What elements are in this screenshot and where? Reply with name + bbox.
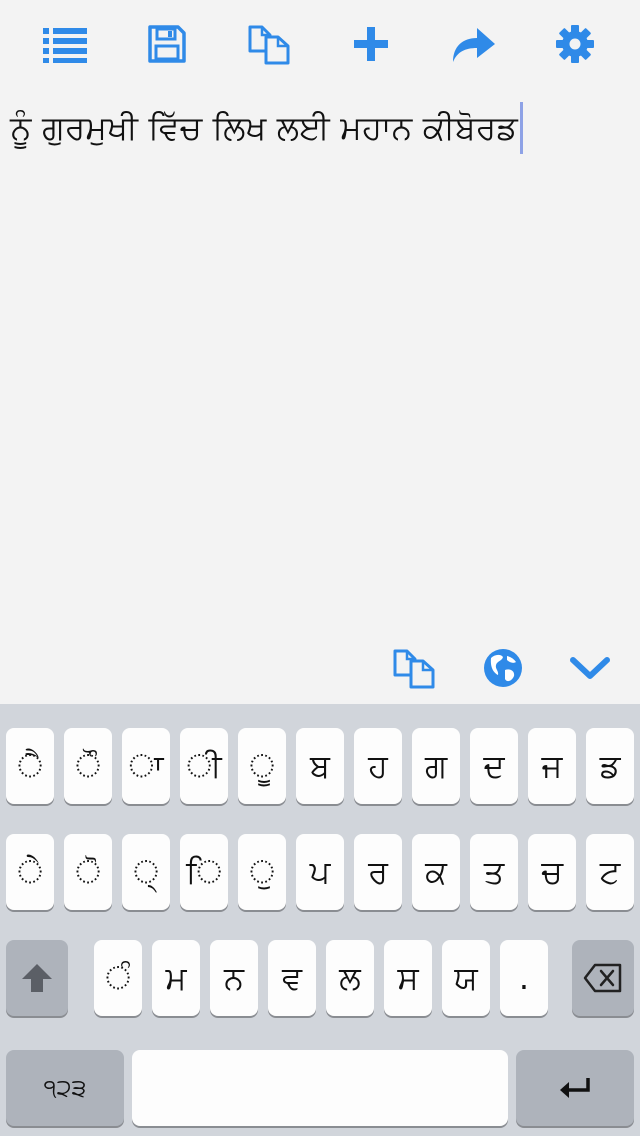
dismiss-keyboard-button[interactable] bbox=[562, 640, 618, 696]
settings-button[interactable] bbox=[545, 14, 605, 74]
copy-button[interactable] bbox=[239, 14, 299, 74]
copy-icon bbox=[393, 649, 435, 689]
key[interactable]: ਜ bbox=[528, 728, 576, 804]
chevron-down-icon bbox=[570, 657, 610, 679]
key[interactable]: ਬ bbox=[296, 728, 344, 804]
key[interactable]: ੈ bbox=[6, 728, 54, 804]
key[interactable]: ੇ bbox=[6, 834, 54, 910]
key[interactable]: . bbox=[500, 940, 548, 1016]
key[interactable]: ਮ bbox=[152, 940, 200, 1016]
backspace-key[interactable] bbox=[572, 940, 634, 1016]
accessory-copy-button[interactable] bbox=[386, 640, 442, 696]
return-icon bbox=[560, 1078, 590, 1098]
key[interactable]: ਲ bbox=[326, 940, 374, 1016]
key[interactable]: ੍ bbox=[122, 834, 170, 910]
keyboard-row-1: ੈ ੌ ਾ ੀ ੂ ਬ ਹ ਗ ਦ ਜ ਡ bbox=[0, 728, 640, 806]
list-button[interactable] bbox=[35, 14, 95, 74]
save-icon bbox=[148, 25, 186, 63]
top-toolbar bbox=[0, 0, 640, 88]
list-icon bbox=[43, 28, 87, 63]
keyboard-row-3: ੰ ਮ ਨ ਵ ਲ ਸ ਯ . bbox=[0, 940, 640, 1018]
copy-icon bbox=[248, 25, 290, 65]
backspace-icon bbox=[583, 963, 622, 993]
key[interactable]: ਿ bbox=[180, 834, 228, 910]
key[interactable]: ਨ bbox=[210, 940, 258, 1016]
key[interactable]: ਚ bbox=[528, 834, 576, 910]
plus-icon bbox=[354, 27, 388, 61]
key[interactable]: ਾ bbox=[122, 728, 170, 804]
key[interactable]: ੌ bbox=[64, 728, 112, 804]
key[interactable]: ੁ bbox=[238, 834, 286, 910]
key[interactable]: ੰ bbox=[94, 940, 142, 1016]
gear-icon bbox=[556, 25, 594, 63]
keyboard-row-2: ੇ ੋ ੍ ਿ ੁ ਪ ਰ ਕ ਤ ਚ ਟ bbox=[0, 834, 640, 912]
globe-button[interactable] bbox=[475, 640, 531, 696]
key[interactable]: ਡ bbox=[586, 728, 634, 804]
globe-icon bbox=[484, 649, 522, 687]
new-button[interactable] bbox=[341, 14, 401, 74]
key[interactable]: ਗ bbox=[412, 728, 460, 804]
keyboard-accessory-bar bbox=[0, 630, 640, 704]
numbers-key[interactable]: ੧੨੩ bbox=[6, 1050, 124, 1126]
key[interactable]: ਸ bbox=[384, 940, 432, 1016]
key[interactable]: ੂ bbox=[238, 728, 286, 804]
keyboard-row-4: ੧੨੩ bbox=[0, 1050, 640, 1128]
shift-key[interactable] bbox=[6, 940, 68, 1016]
share-icon bbox=[453, 28, 495, 62]
shift-icon bbox=[22, 964, 52, 992]
key[interactable]: ਤ bbox=[470, 834, 518, 910]
save-button[interactable] bbox=[137, 14, 197, 74]
key[interactable]: ਯ bbox=[442, 940, 490, 1016]
key[interactable]: ਦ bbox=[470, 728, 518, 804]
space-key[interactable] bbox=[132, 1050, 508, 1126]
key[interactable]: ਵ bbox=[268, 940, 316, 1016]
key[interactable]: ਹ bbox=[354, 728, 402, 804]
key[interactable]: ਟ bbox=[586, 834, 634, 910]
key[interactable]: ਕ bbox=[412, 834, 460, 910]
key[interactable]: ਪ bbox=[296, 834, 344, 910]
keyboard: ੈ ੌ ਾ ੀ ੂ ਬ ਹ ਗ ਦ ਜ ਡ ੇ ੋ ੍ ਿ ੁ ਪ ਰ ਕ ਤ … bbox=[0, 704, 640, 1136]
share-button[interactable] bbox=[443, 14, 503, 74]
key[interactable]: ੀ bbox=[180, 728, 228, 804]
key[interactable]: ਰ bbox=[354, 834, 402, 910]
key[interactable]: ੋ bbox=[64, 834, 112, 910]
editor-text: ਨੂੰ ਗੁਰਮੁਖੀ ਵਿੱਚ ਲਿਖ ਲਈ ਮਹਾਨ ਕੀਬੋਰਡ bbox=[10, 102, 523, 154]
text-editor[interactable]: ਨੂੰ ਗੁਰਮੁਖੀ ਵਿੱਚ ਲਿਖ ਲਈ ਮਹਾਨ ਕੀਬੋਰਡ bbox=[0, 88, 640, 630]
return-key[interactable] bbox=[516, 1050, 634, 1126]
